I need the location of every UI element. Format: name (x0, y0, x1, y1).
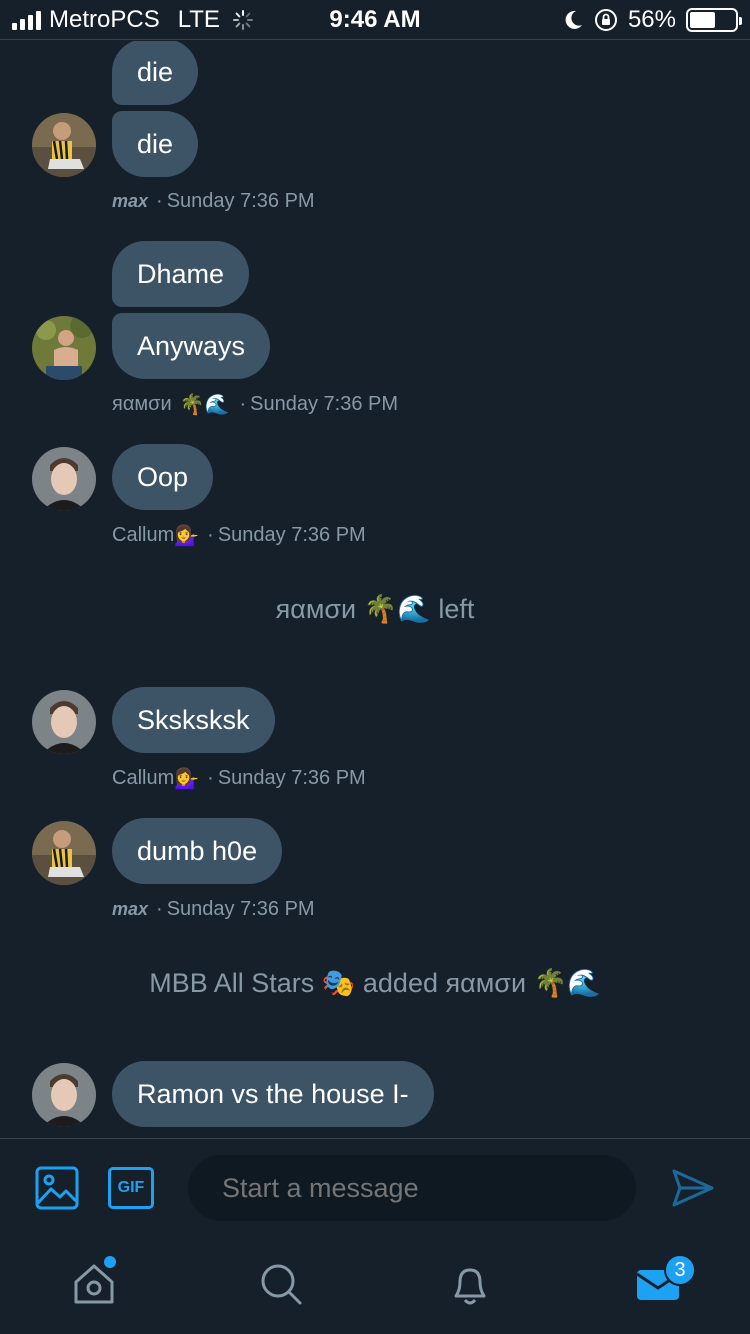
sender-name: Callum (112, 766, 175, 789)
meta-separator: · (207, 766, 214, 789)
avatar-max[interactable] (32, 113, 96, 177)
gif-label: GIF (117, 1179, 145, 1196)
status-bar: MetroPCS LTE 9:46 AM 56% (0, 0, 750, 40)
unread-dot (104, 1256, 116, 1268)
message-composer: GIF (0, 1138, 750, 1238)
timestamp: Sunday 7:36 PM (166, 897, 315, 920)
tab-bar: 3 (0, 1238, 750, 1334)
message-text: dumb h0e (137, 836, 258, 866)
sender-name: Callum (112, 523, 175, 546)
meta-separator: · (207, 523, 214, 546)
message-bubble[interactable]: dumb h0e (112, 818, 283, 884)
system-message-left: яαмσи 🌴🌊 left (275, 594, 475, 624)
avatar-max[interactable] (32, 821, 96, 885)
messages-badge: 3 (664, 1254, 696, 1286)
sender-emoji: 🌴🌊 (179, 393, 230, 416)
message-bubble[interactable]: Ramon vs the house I- (112, 1061, 434, 1127)
moon-icon (565, 10, 582, 29)
bell-icon (454, 1268, 486, 1305)
sender-emoji: 💁‍♀️ (174, 767, 200, 790)
message-meta: яαмσи 🌴🌊 · Sunday 7:36 PM (112, 392, 398, 416)
message-text: Anyways (137, 331, 246, 361)
message-bubble[interactable]: Dhame (112, 241, 250, 307)
message-bubble[interactable]: Oop (112, 444, 214, 510)
message-meta: max · Sunday 7:36 PM (112, 897, 315, 921)
message-text: Oop (137, 462, 189, 492)
meta-separator: · (239, 392, 247, 415)
search-icon (261, 1264, 302, 1305)
timestamp: Sunday 7:36 PM (217, 523, 366, 546)
message-text: Sksksksk (137, 705, 250, 735)
message-meta: Callum 💁‍♀️ · Sunday 7:36 PM (112, 523, 366, 547)
message-text: Ramon vs the house I- (137, 1079, 409, 1109)
message-thread[interactable]: die die max · Sunday 7:36 PM Dhame Anywa… (0, 41, 750, 1138)
message-text: die (137, 129, 174, 159)
message-meta: Callum 💁‍♀️ · Sunday 7:36 PM (112, 766, 366, 790)
message-bubble[interactable]: Sksksksk (112, 687, 275, 753)
system-message-added: MBB All Stars 🎭 added яαмσи 🌴🌊 (149, 968, 601, 998)
battery-icon (686, 8, 742, 32)
message-bubble[interactable]: die (112, 111, 199, 177)
tab-messages[interactable]: 3 (634, 1254, 696, 1308)
timestamp: Sunday 7:36 PM (166, 189, 315, 212)
meta-separator: · (156, 189, 163, 212)
sender-emoji: 💁‍♀️ (174, 524, 200, 547)
message-text: die (137, 57, 174, 87)
tab-home[interactable] (70, 1256, 118, 1308)
message-bubble[interactable]: die (112, 41, 199, 105)
battery-level (690, 12, 715, 28)
avatar-callum[interactable] (32, 447, 96, 511)
avatar-callum[interactable] (32, 690, 96, 754)
rotation-lock-icon (594, 9, 617, 31)
message-meta: max · Sunday 7:36 PM (112, 189, 315, 213)
image-icon[interactable] (34, 1165, 80, 1211)
avatar-ramon[interactable] (32, 316, 96, 380)
message-text: Dhame (137, 259, 225, 289)
send-icon[interactable] (670, 1165, 716, 1211)
tab-search[interactable] (257, 1260, 305, 1308)
sender-name: яαмσи (112, 392, 172, 415)
timestamp: Sunday 7:36 PM (217, 766, 366, 789)
battery-percent: 56% (627, 6, 676, 33)
timestamp: Sunday 7:36 PM (250, 392, 399, 415)
tab-notifications[interactable] (446, 1260, 494, 1308)
gif-icon[interactable]: GIF (108, 1167, 154, 1209)
sender-name: max (112, 190, 149, 211)
message-bubble[interactable]: Anyways (112, 313, 271, 379)
sender-name: max (112, 898, 149, 919)
message-input[interactable] (188, 1155, 636, 1221)
avatar-callum[interactable] (32, 1063, 96, 1127)
meta-separator: · (156, 897, 163, 920)
